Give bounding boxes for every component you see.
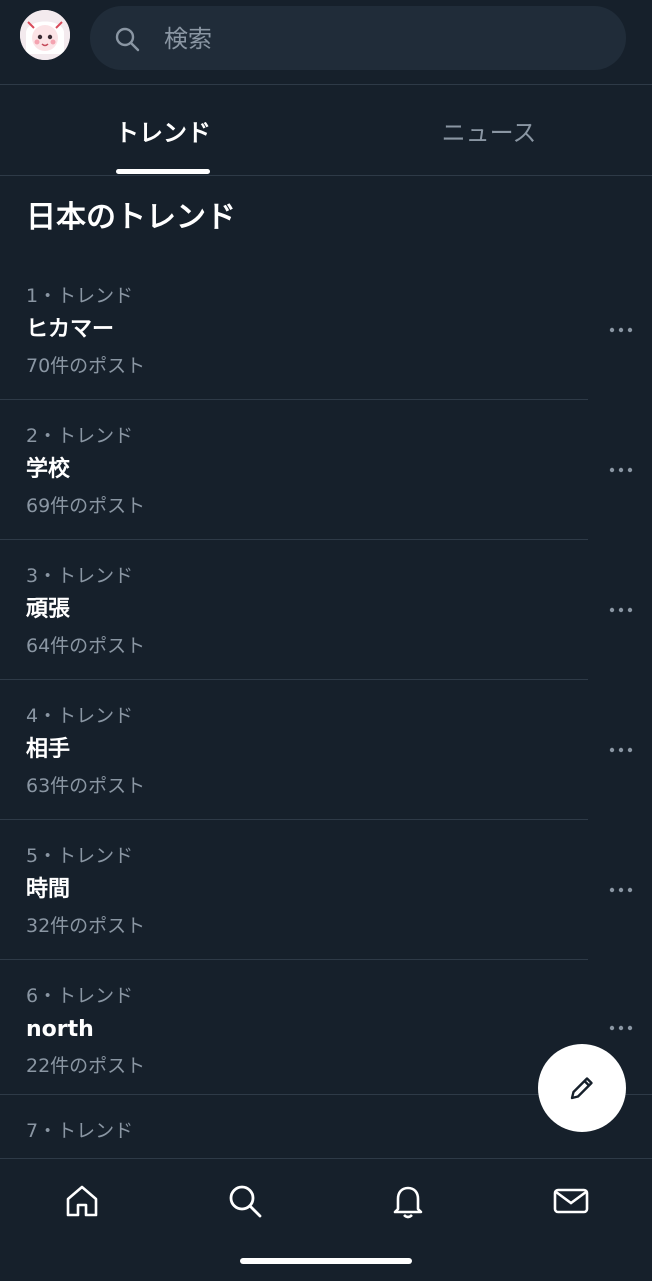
tab-trends[interactable]: トレンド	[0, 85, 326, 175]
top-bar: 検索	[0, 0, 652, 84]
trend-item[interactable]: 4・トレンド 相手 63件のポスト	[0, 680, 652, 820]
section-title: 日本のトレンド	[26, 200, 236, 235]
trend-name: 時間	[26, 877, 71, 902]
trend-name: north	[26, 1017, 94, 1042]
trend-item[interactable]: 2・トレンド 学校 69件のポスト	[0, 400, 652, 540]
trend-rank: 5・トレンド	[26, 845, 134, 867]
trend-item[interactable]: 3・トレンド 頑張 64件のポスト	[0, 540, 652, 680]
search-icon	[115, 27, 140, 52]
trend-name: 相手	[26, 737, 71, 762]
home-icon[interactable]	[62, 1181, 102, 1221]
system-home-indicator[interactable]	[240, 1258, 412, 1264]
tabs-divider	[0, 175, 652, 176]
trend-item[interactable]: 1・トレンド ヒカマー 70件のポスト	[0, 260, 652, 400]
active-tab-indicator	[116, 169, 210, 174]
trend-name: 学校	[26, 457, 71, 482]
trend-post-count: 32件のポスト	[26, 915, 146, 937]
more-horizontal-icon[interactable]	[606, 320, 636, 340]
pencil-icon	[570, 1077, 593, 1100]
mail-icon[interactable]	[551, 1181, 591, 1221]
bell-icon[interactable]	[388, 1181, 428, 1221]
more-horizontal-icon[interactable]	[606, 740, 636, 760]
trend-rank: 6・トレンド	[26, 985, 134, 1007]
tab-trends-label: トレンド	[115, 118, 211, 147]
avatar[interactable]	[20, 10, 70, 60]
search-placeholder: 検索	[164, 25, 212, 53]
tab-bar: トレンド ニュース	[0, 85, 652, 175]
trend-name: ヒカマー	[26, 317, 115, 342]
avatar-image	[20, 10, 70, 60]
trend-rank: 3・トレンド	[26, 565, 134, 587]
trend-post-count: 70件のポスト	[26, 355, 146, 377]
trend-post-count: 69件のポスト	[26, 495, 146, 517]
trend-post-count: 22件のポスト	[26, 1055, 146, 1077]
trend-post-count: 63件のポスト	[26, 775, 146, 797]
search-input[interactable]: 検索	[90, 6, 626, 70]
trend-rank: 4・トレンド	[26, 705, 134, 727]
more-horizontal-icon[interactable]	[606, 880, 636, 900]
trend-name: 頑張	[26, 597, 71, 622]
compose-button[interactable]	[538, 1044, 626, 1132]
trend-rank: 1・トレンド	[26, 285, 134, 307]
tab-news-label: ニュース	[441, 118, 537, 147]
more-horizontal-icon[interactable]	[606, 600, 636, 620]
trend-item[interactable]: 5・トレンド 時間 32件のポスト	[0, 820, 652, 960]
tab-news[interactable]: ニュース	[326, 85, 652, 175]
more-horizontal-icon[interactable]	[606, 460, 636, 480]
more-horizontal-icon[interactable]	[606, 1018, 636, 1038]
trend-post-count: 64件のポスト	[26, 635, 146, 657]
trend-rank: 2・トレンド	[26, 425, 134, 447]
explore-search-icon[interactable]	[225, 1181, 265, 1221]
trend-rank: 7・トレンド	[26, 1120, 134, 1142]
